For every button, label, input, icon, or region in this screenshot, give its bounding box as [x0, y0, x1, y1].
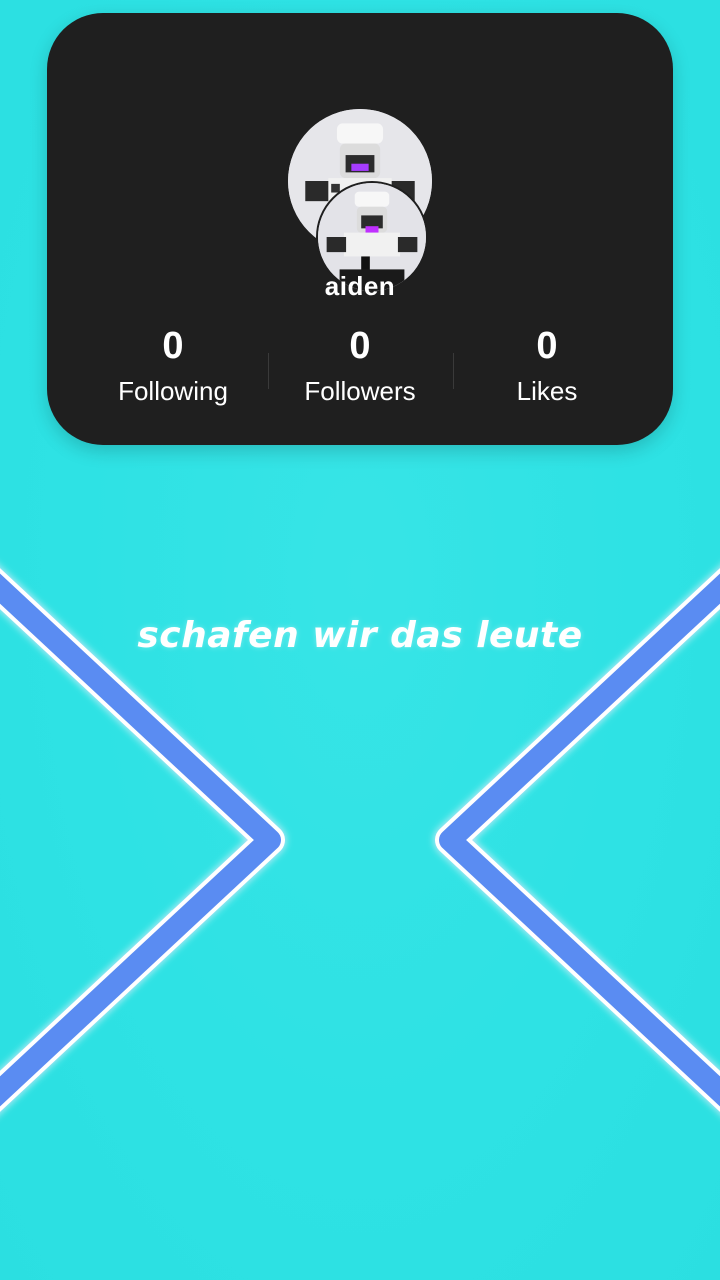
following-label: Following: [118, 376, 228, 406]
following-count: 0: [162, 325, 184, 367]
followers-label: Followers: [304, 376, 416, 406]
stat-likes[interactable]: 0 Likes: [447, 323, 647, 411]
likes-label: Likes: [516, 376, 578, 406]
caption-text: schafen wir das leute: [137, 615, 583, 656]
stat-following[interactable]: 0 Following: [73, 323, 273, 411]
stat-followers[interactable]: 0 Followers: [260, 323, 460, 411]
username: aiden: [324, 271, 396, 301]
likes-count: 0: [536, 325, 558, 367]
followers-count: 0: [349, 325, 371, 367]
profile-card: aiden 0 Following 0 Followers 0 Likes: [47, 13, 673, 445]
